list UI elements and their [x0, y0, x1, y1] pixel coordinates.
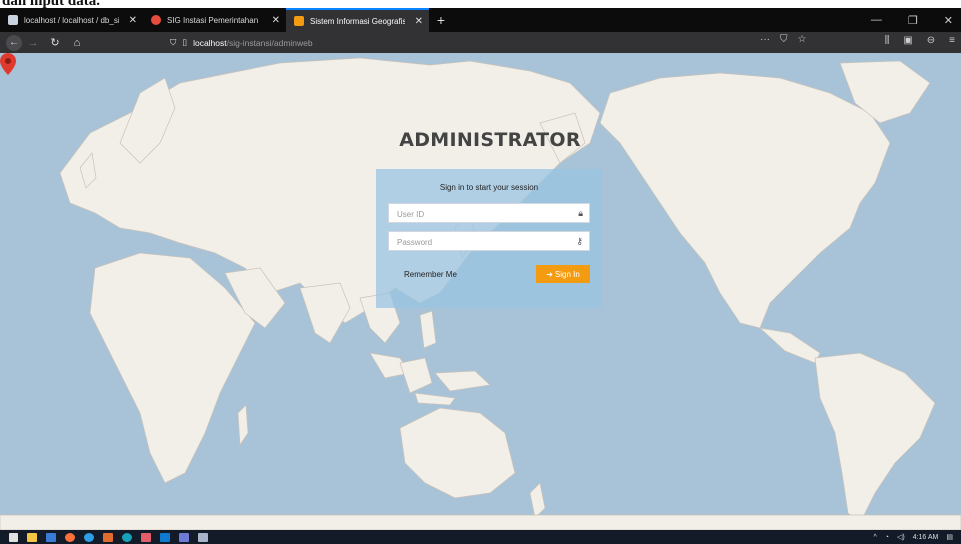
restore-icon[interactable]: ❐ [908, 14, 918, 27]
home-icon[interactable]: ⌂ [66, 37, 88, 49]
lock-icon: 🔒︎ [578, 208, 583, 218]
pocket-icon[interactable]: ⛉ [780, 34, 788, 45]
new-tab-button[interactable]: + [429, 8, 453, 32]
notification-icon[interactable]: ▤ [946, 533, 953, 541]
login-box-message: Sign in to start your session [439, 183, 539, 192]
tab-sig-instasi[interactable]: SIG Instasi Pemerintahan ✕ [143, 8, 286, 32]
tab-phpmyadmin[interactable]: localhost / localhost / db_sigins ✕ [0, 8, 143, 32]
minimize-icon[interactable]: — [871, 14, 882, 26]
menu-icon[interactable]: ≡ [949, 35, 955, 46]
shield-icon: ⛉ [170, 37, 177, 47]
sign-in-button[interactable]: ➜ Sign In [536, 265, 590, 283]
tab-title: localhost / localhost / db_sigins [24, 15, 119, 25]
taskbar-app-icon[interactable] [122, 532, 132, 542]
tab-title: SIG Instasi Pemerintahan [167, 15, 259, 25]
world-map[interactable]: ADMINISTRATOR Sign in to start your sess… [0, 53, 961, 530]
clock-time[interactable]: 4:16 AM [913, 534, 939, 541]
taskbar-app-icon[interactable] [46, 532, 56, 542]
tray-chevron-icon[interactable]: ^ [873, 534, 876, 541]
back-arrow-icon[interactable]: ← [6, 34, 22, 51]
page-icon: ▯ [182, 37, 188, 47]
tab-title: Sistem Informasi Geografis Pe [310, 16, 405, 26]
taskbar-app-icon[interactable] [198, 532, 208, 542]
password-field[interactable]: ⚷ [388, 231, 590, 252]
user-id-input[interactable] [389, 205, 589, 224]
forward-arrow-icon[interactable]: → [22, 37, 44, 49]
remember-me-label[interactable]: Remember Me [404, 270, 457, 279]
sign-in-label: Sign In [554, 269, 580, 279]
password-input[interactable] [389, 233, 589, 252]
url-host: localhost [193, 37, 227, 48]
map-marker-icon[interactable] [0, 53, 16, 75]
key-icon: ⚷ [576, 236, 583, 246]
document-caption: dan input data. [2, 0, 100, 8]
tab-sistem-informasi[interactable]: Sistem Informasi Geografis Pe ✕ [286, 8, 429, 32]
firefox-icon[interactable] [65, 532, 75, 542]
account-icon[interactable]: ⊖ [927, 35, 935, 46]
sidebar-icon[interactable]: ▣ [903, 35, 912, 46]
reload-icon[interactable]: ↻ [44, 36, 66, 49]
browser-tab-strip: localhost / localhost / db_sigins ✕ SIG … [0, 8, 961, 32]
login-box: Sign in to start your session 🔒︎ ⚷ Remem… [376, 169, 602, 308]
network-icon[interactable]: ◔ [885, 534, 889, 541]
user-id-field[interactable]: 🔒︎ [388, 203, 590, 224]
os-taskbar: ^ ◔ ◁) 4:16 AM ▤ [0, 530, 961, 544]
volume-icon[interactable]: ◁) [897, 533, 905, 541]
taskbar-app-icon[interactable] [84, 532, 94, 542]
vscode-icon[interactable] [160, 532, 170, 542]
page-actions-icon[interactable]: ··· [760, 34, 770, 45]
taskbar-app-icon[interactable] [103, 532, 113, 542]
close-tab-icon[interactable]: ✕ [129, 15, 137, 26]
phpmyadmin-favicon-icon [8, 15, 18, 25]
taskbar-app-icon[interactable] [179, 532, 189, 542]
taskbar-app-icon[interactable] [141, 532, 151, 542]
sign-in-icon: ➜ [546, 269, 553, 279]
close-window-icon[interactable]: ✕ [944, 14, 953, 27]
browser-nav-bar: ← → ↻ ⌂ ⛉ ▯ localhost/sig-instansi/admin… [0, 32, 961, 53]
bookmark-star-icon[interactable]: ☆ [798, 34, 807, 45]
site-favicon-icon [294, 16, 304, 26]
page-title: ADMINISTRATOR [399, 129, 581, 151]
url-bar[interactable]: ⛉ ▯ localhost/sig-instansi/adminweb [160, 34, 790, 51]
url-path: /sig-instansi/adminweb [226, 37, 313, 48]
close-tab-icon[interactable]: ✕ [272, 15, 280, 26]
sig-favicon-icon [151, 15, 161, 25]
windows-start-icon[interactable] [9, 532, 18, 542]
library-icon[interactable]: ⫼ [885, 35, 890, 46]
close-tab-icon[interactable]: ✕ [415, 16, 423, 27]
file-explorer-icon[interactable] [27, 532, 37, 542]
